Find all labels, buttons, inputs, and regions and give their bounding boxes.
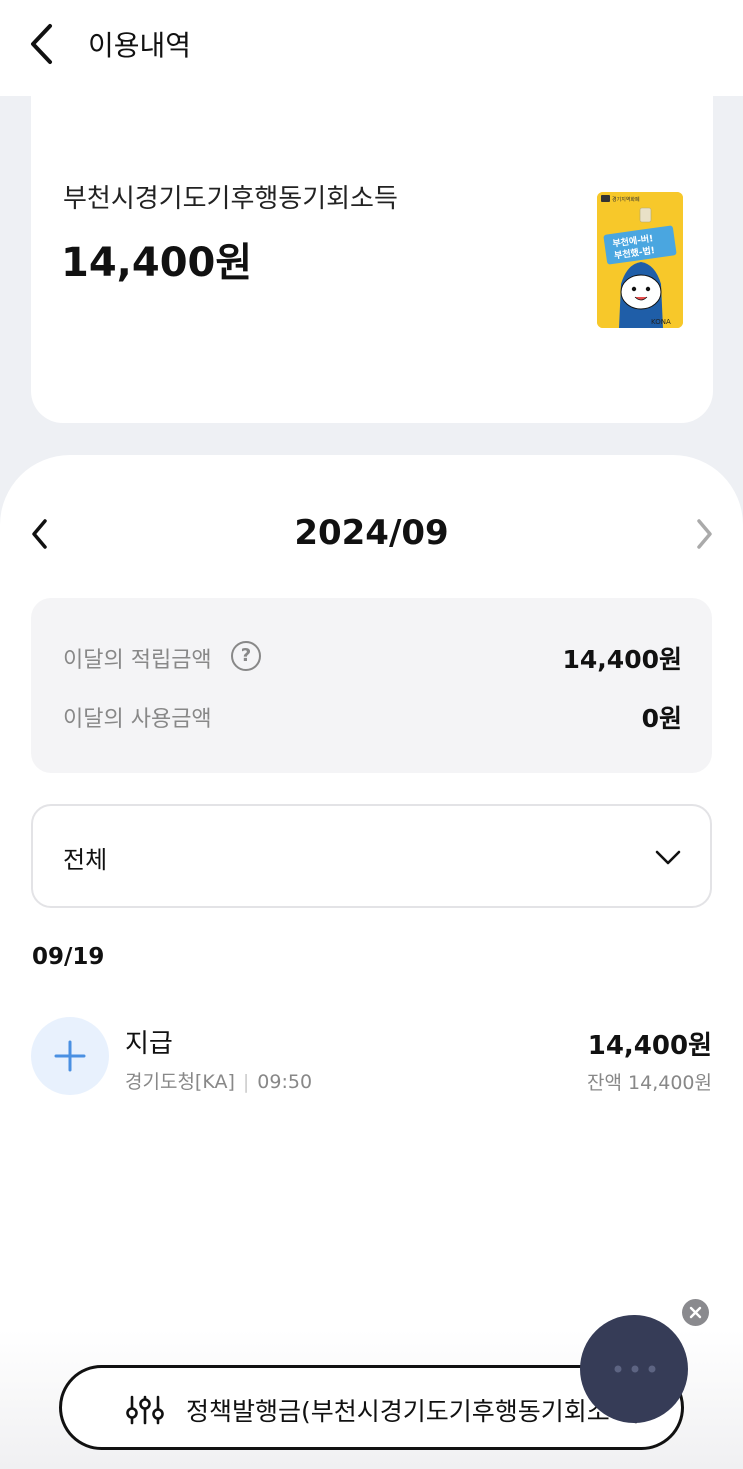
- card-chip: [639, 207, 652, 223]
- transaction-source: 경기도청[KA]: [125, 1071, 235, 1093]
- earned-label: 이달의 적립금액: [63, 648, 212, 673]
- transaction-time: 09:50: [257, 1071, 313, 1093]
- mascot-face: [620, 274, 662, 310]
- card-image[interactable]: 경기지역화폐 부천에-버! 부천했-법! KONA: [597, 192, 683, 328]
- monthly-stats: 이달의 적립금액 ? 14,400원 이달의 사용금액 0원: [31, 598, 712, 773]
- app-header: 이용내역: [0, 0, 743, 96]
- used-value: 0원: [641, 704, 682, 733]
- transaction-balance: 잔액 14,400원: [587, 1072, 712, 1094]
- card-summary: 부천시경기도기후행동기회소득 14,400원 경기지역화폐 부천에-버! 부천했…: [31, 96, 713, 423]
- transaction-title: 지급: [125, 1029, 173, 1059]
- chevron-left-icon: [31, 24, 52, 64]
- transaction-amount: 14,400원: [587, 1031, 712, 1061]
- page-title: 이용내역: [88, 29, 192, 62]
- card-maker-text: KONA: [651, 318, 671, 326]
- card-balance: 14,400원: [61, 240, 253, 286]
- transaction-meta: 경기도청[KA] | 09:50: [125, 1067, 312, 1094]
- filter-value: 전체: [63, 846, 108, 874]
- card-name: 부천시경기도기후행동기회소득: [63, 184, 398, 214]
- card-brand-logo: [601, 195, 610, 202]
- next-month-button[interactable]: [690, 514, 720, 554]
- sliders-icon: [126, 1395, 164, 1425]
- floating-menu-button[interactable]: [580, 1315, 688, 1423]
- card-brand-text: 경기지역화폐: [612, 196, 640, 203]
- chevron-down-icon: [655, 850, 681, 865]
- chevron-right-icon: [697, 519, 712, 549]
- used-label: 이달의 사용금액: [63, 707, 212, 732]
- more-dots-icon: [614, 1365, 656, 1373]
- plus-icon: [31, 1017, 109, 1095]
- back-button[interactable]: [26, 22, 66, 66]
- meta-separator: |: [242, 1071, 250, 1093]
- help-icon[interactable]: ?: [231, 641, 261, 671]
- close-floating-button[interactable]: [682, 1299, 709, 1326]
- policy-fund-label: 정책발행금(부천시경기도기후행동기회소득): [186, 1397, 643, 1426]
- month-label: 2024/09: [294, 513, 449, 553]
- earned-value: 14,400원: [562, 645, 682, 674]
- filter-dropdown[interactable]: 전체: [31, 804, 712, 908]
- close-icon: [689, 1306, 702, 1319]
- transaction-row[interactable]: 지급 경기도청[KA] | 09:50 14,400원 잔액 14,400원: [0, 1013, 743, 1103]
- date-group-label: 09/19: [32, 944, 105, 970]
